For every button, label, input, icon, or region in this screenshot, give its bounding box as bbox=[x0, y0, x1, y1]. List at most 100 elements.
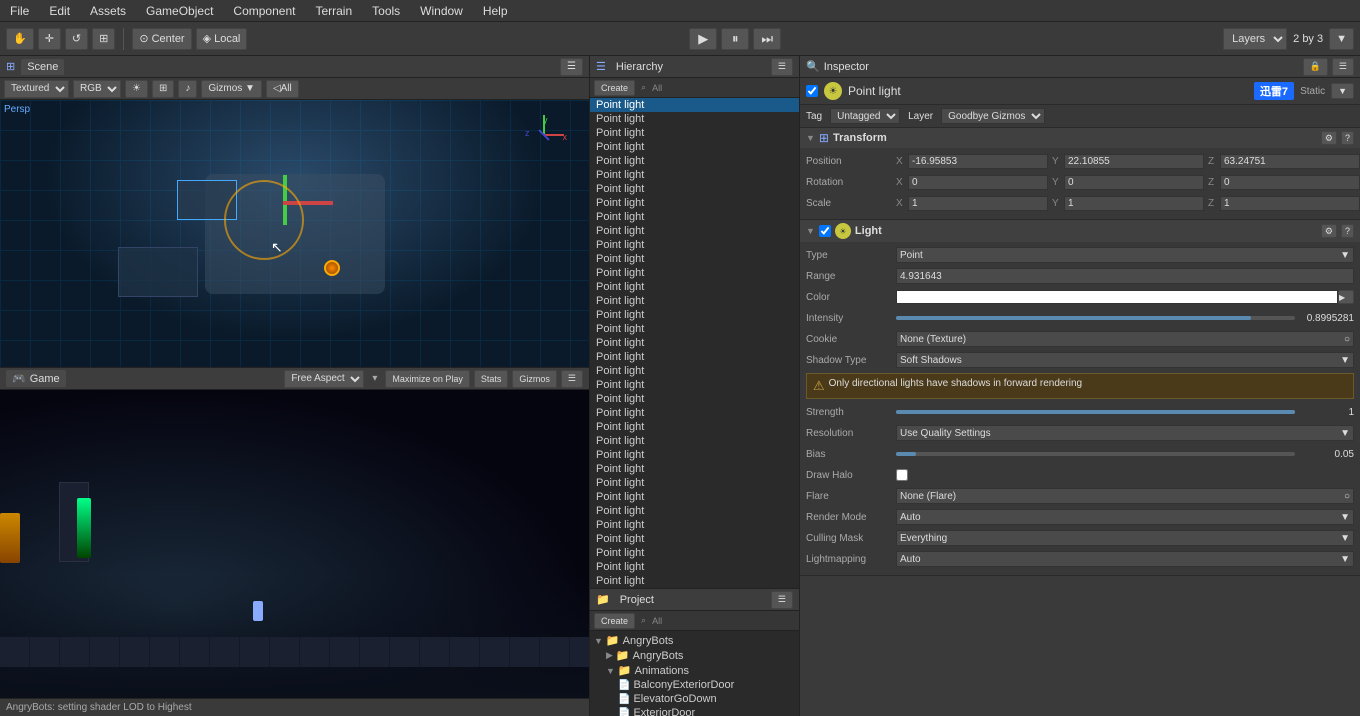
hierarchy-item[interactable]: Point light bbox=[590, 112, 799, 126]
hierarchy-item[interactable]: Point light bbox=[590, 210, 799, 224]
layer-select[interactable]: Goodbye Gizmos bbox=[941, 108, 1045, 124]
game-gizmos-btn[interactable]: Gizmos bbox=[512, 370, 557, 388]
hierarchy-item[interactable]: Point light bbox=[590, 322, 799, 336]
hierarchy-item[interactable]: Point light bbox=[590, 182, 799, 196]
rot-x-input[interactable] bbox=[908, 175, 1048, 190]
light-enabled-checkbox[interactable] bbox=[819, 225, 831, 237]
project-menu-btn[interactable]: ☰ bbox=[771, 591, 793, 609]
scene-menu-btn[interactable]: ☰ bbox=[560, 58, 583, 76]
light-help-btn[interactable]: ? bbox=[1341, 224, 1354, 238]
color-picker[interactable] bbox=[896, 290, 1338, 304]
move-tool-btn[interactable]: ✛ bbox=[38, 28, 61, 50]
pos-y-input[interactable] bbox=[1064, 154, 1204, 169]
menu-file[interactable]: File bbox=[6, 2, 33, 20]
project-tree-item[interactable]: 📄 ElevatorGoDown bbox=[590, 692, 799, 706]
game-tab[interactable]: 🎮 Game bbox=[6, 370, 66, 387]
scale-z-input[interactable] bbox=[1220, 196, 1360, 211]
project-tree-item[interactable]: ▼📁 Animations bbox=[590, 663, 799, 678]
color-expand-btn[interactable]: ▶ bbox=[1338, 290, 1354, 304]
scale-tool-btn[interactable]: ⊞ bbox=[92, 28, 115, 50]
type-dropdown[interactable]: Point ▼ bbox=[896, 247, 1354, 263]
hierarchy-item[interactable]: Point light bbox=[590, 448, 799, 462]
lightmapping-dropdown[interactable]: Auto ▼ bbox=[896, 551, 1354, 567]
hierarchy-item[interactable]: Point light bbox=[590, 546, 799, 560]
menu-terrain[interactable]: Terrain bbox=[311, 2, 356, 20]
hierarchy-menu-btn[interactable]: ☰ bbox=[771, 58, 793, 76]
rotate-tool-btn[interactable]: ↺ bbox=[65, 28, 88, 50]
project-tree-item[interactable]: 📄 ExteriorDoor bbox=[590, 706, 799, 716]
hierarchy-item[interactable]: Point light bbox=[590, 476, 799, 490]
hierarchy-item[interactable]: Point light bbox=[590, 350, 799, 364]
scene-color-select[interactable]: RGB bbox=[73, 80, 121, 98]
hierarchy-item[interactable]: Point light bbox=[590, 420, 799, 434]
hierarchy-item[interactable]: Point light bbox=[590, 224, 799, 238]
menu-window[interactable]: Window bbox=[416, 2, 467, 20]
resolution-dropdown[interactable]: Use Quality Settings ▼ bbox=[896, 425, 1354, 441]
light-settings-btn[interactable]: ⚙ bbox=[1321, 224, 1337, 238]
hierarchy-item[interactable]: Point light bbox=[590, 406, 799, 420]
rot-y-input[interactable] bbox=[1064, 175, 1204, 190]
step-button[interactable]: ⏭ bbox=[753, 28, 781, 50]
project-create-btn[interactable]: Create bbox=[594, 613, 635, 629]
pos-z-input[interactable] bbox=[1220, 154, 1360, 169]
hierarchy-item[interactable]: Point light bbox=[590, 252, 799, 266]
scale-x-input[interactable] bbox=[908, 196, 1048, 211]
rot-z-input[interactable] bbox=[1220, 175, 1360, 190]
pause-button[interactable]: ⏸ bbox=[721, 28, 749, 50]
transform-settings-btn[interactable]: ⚙ bbox=[1321, 131, 1337, 145]
game-menu-btn[interactable]: ☰ bbox=[561, 370, 583, 388]
layout-dropdown-btn[interactable]: ▼ bbox=[1329, 28, 1354, 50]
range-input[interactable] bbox=[896, 268, 1354, 284]
inspector-lock-btn[interactable]: 🔒 bbox=[1303, 58, 1328, 76]
hierarchy-item[interactable]: Point light bbox=[590, 266, 799, 280]
scene-tab[interactable]: Scene bbox=[21, 59, 64, 75]
menu-gameobject[interactable]: GameObject bbox=[142, 2, 217, 20]
scene-gizmos-btn[interactable]: Gizmos ▼ bbox=[201, 80, 262, 98]
hierarchy-item[interactable]: Point light bbox=[590, 126, 799, 140]
hierarchy-item[interactable]: Point light bbox=[590, 238, 799, 252]
hierarchy-item[interactable]: Point light bbox=[590, 462, 799, 476]
hierarchy-item[interactable]: Point light bbox=[590, 308, 799, 322]
hierarchy-item[interactable]: Point light bbox=[590, 294, 799, 308]
hierarchy-item[interactable]: Point light bbox=[590, 574, 799, 588]
hierarchy-item[interactable]: Point light bbox=[590, 532, 799, 546]
hierarchy-item[interactable]: Point light bbox=[590, 98, 799, 112]
menu-help[interactable]: Help bbox=[479, 2, 512, 20]
cookie-dropdown[interactable]: None (Texture) ○ bbox=[896, 331, 1354, 347]
hierarchy-item[interactable]: Point light bbox=[590, 196, 799, 210]
aspect-select[interactable]: Free Aspect bbox=[284, 370, 364, 388]
hierarchy-item[interactable]: Point light bbox=[590, 560, 799, 574]
light-header[interactable]: ▼ ☀ Light ⚙ ? bbox=[800, 220, 1360, 242]
hierarchy-item[interactable]: Point light bbox=[590, 336, 799, 350]
layers-dropdown[interactable]: Layers bbox=[1223, 28, 1287, 50]
maximize-btn[interactable]: Maximize on Play bbox=[385, 370, 470, 388]
scene-display-select[interactable]: Textured bbox=[4, 80, 69, 98]
pos-x-input[interactable] bbox=[908, 154, 1048, 169]
scene-audio-btn[interactable]: ♪ bbox=[178, 80, 197, 98]
object-enabled-checkbox[interactable] bbox=[806, 85, 818, 97]
tag-select[interactable]: Untagged bbox=[830, 108, 900, 124]
hand-tool-btn[interactable]: ✋ bbox=[6, 28, 34, 50]
hierarchy-create-btn[interactable]: Create bbox=[594, 80, 635, 96]
shadow-type-dropdown[interactable]: Soft Shadows ▼ bbox=[896, 352, 1354, 368]
menu-edit[interactable]: Edit bbox=[45, 2, 74, 20]
menu-tools[interactable]: Tools bbox=[368, 2, 404, 20]
scene-all-btn[interactable]: ◁All bbox=[266, 80, 299, 98]
transform-header[interactable]: ▼ ⊞ Transform ⚙ ? bbox=[800, 128, 1360, 148]
hierarchy-item[interactable]: Point light bbox=[590, 392, 799, 406]
local-btn[interactable]: ◈ Local bbox=[196, 28, 248, 50]
play-button[interactable]: ▶ bbox=[689, 28, 717, 50]
stats-btn[interactable]: Stats bbox=[474, 370, 509, 388]
hierarchy-item[interactable]: Point light bbox=[590, 378, 799, 392]
inspector-menu-btn[interactable]: ☰ bbox=[1332, 58, 1354, 76]
render-mode-dropdown[interactable]: Auto ▼ bbox=[896, 509, 1354, 525]
flare-dropdown[interactable]: None (Flare) ○ bbox=[896, 488, 1354, 504]
hierarchy-item[interactable]: Point light bbox=[590, 518, 799, 532]
hierarchy-item[interactable]: Point light bbox=[590, 168, 799, 182]
project-tree-item[interactable]: ▼📁 AngryBots bbox=[590, 633, 799, 648]
scene-grid-btn[interactable]: ⊞ bbox=[152, 80, 174, 98]
project-tree-item[interactable]: 📄 BalconyExteriorDoor bbox=[590, 678, 799, 692]
draw-halo-checkbox[interactable] bbox=[896, 469, 908, 481]
hierarchy-item[interactable]: Point light bbox=[590, 140, 799, 154]
hierarchy-item[interactable]: Point light bbox=[590, 154, 799, 168]
